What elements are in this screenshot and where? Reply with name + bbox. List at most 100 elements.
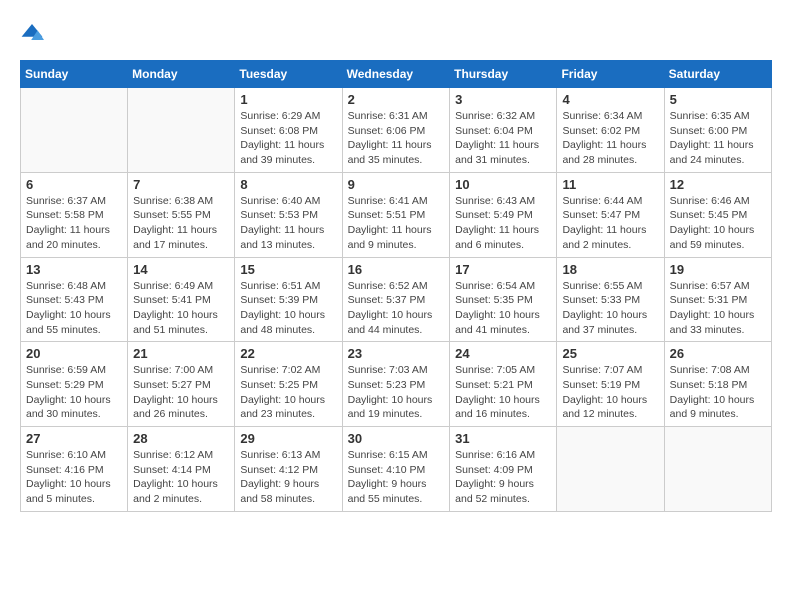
day-number: 24 (455, 346, 551, 361)
calendar-cell: 29 Sunrise: 6:13 AMSunset: 4:12 PMDayligh… (235, 427, 342, 512)
day-info: Sunrise: 6:15 AMSunset: 4:10 PMDaylight:… (348, 448, 445, 507)
day-info: Sunrise: 7:08 AMSunset: 5:18 PMDaylight:… (670, 363, 766, 422)
day-number: 19 (670, 262, 766, 277)
day-number: 7 (133, 177, 229, 192)
calendar-cell: 28 Sunrise: 6:12 AMSunset: 4:14 PMDayligh… (128, 427, 235, 512)
day-info: Sunrise: 6:34 AMSunset: 6:02 PMDaylight:… (562, 109, 658, 168)
day-info: Sunrise: 7:03 AMSunset: 5:23 PMDaylight:… (348, 363, 445, 422)
calendar-cell: 25 Sunrise: 7:07 AMSunset: 5:19 PMDayligh… (557, 342, 664, 427)
calendar-cell (128, 88, 235, 173)
day-number: 10 (455, 177, 551, 192)
day-number: 1 (240, 92, 336, 107)
day-number: 15 (240, 262, 336, 277)
day-info: Sunrise: 6:37 AMSunset: 5:58 PMDaylight:… (26, 194, 122, 253)
day-info: Sunrise: 6:35 AMSunset: 6:00 PMDaylight:… (670, 109, 766, 168)
calendar-cell (21, 88, 128, 173)
weekday-header-sunday: Sunday (21, 61, 128, 88)
day-info: Sunrise: 7:00 AMSunset: 5:27 PMDaylight:… (133, 363, 229, 422)
calendar-cell: 27 Sunrise: 6:10 AMSunset: 4:16 PMDayligh… (21, 427, 128, 512)
day-number: 9 (348, 177, 445, 192)
day-number: 25 (562, 346, 658, 361)
weekday-header-monday: Monday (128, 61, 235, 88)
weekday-header-saturday: Saturday (664, 61, 771, 88)
calendar-cell: 15 Sunrise: 6:51 AMSunset: 5:39 PMDayligh… (235, 257, 342, 342)
calendar-cell: 4 Sunrise: 6:34 AMSunset: 6:02 PMDaylight… (557, 88, 664, 173)
calendar-week-4: 20 Sunrise: 6:59 AMSunset: 5:29 PMDayligh… (21, 342, 772, 427)
calendar-week-5: 27 Sunrise: 6:10 AMSunset: 4:16 PMDayligh… (21, 427, 772, 512)
day-info: Sunrise: 6:49 AMSunset: 5:41 PMDaylight:… (133, 279, 229, 338)
calendar-week-2: 6 Sunrise: 6:37 AMSunset: 5:58 PMDaylight… (21, 172, 772, 257)
day-number: 5 (670, 92, 766, 107)
day-number: 31 (455, 431, 551, 446)
day-info: Sunrise: 7:05 AMSunset: 5:21 PMDaylight:… (455, 363, 551, 422)
day-number: 17 (455, 262, 551, 277)
day-info: Sunrise: 6:57 AMSunset: 5:31 PMDaylight:… (670, 279, 766, 338)
logo-icon (20, 20, 44, 44)
calendar-cell: 1 Sunrise: 6:29 AMSunset: 6:08 PMDaylight… (235, 88, 342, 173)
day-number: 14 (133, 262, 229, 277)
day-number: 18 (562, 262, 658, 277)
calendar-cell: 22Sunrise: 7:02 AMSunset: 5:25 PMDayligh… (235, 342, 342, 427)
calendar-cell: 24 Sunrise: 7:05 AMSunset: 5:21 PMDayligh… (450, 342, 557, 427)
calendar-cell (557, 427, 664, 512)
calendar-cell: 8Sunrise: 6:40 AMSunset: 5:53 PMDaylight… (235, 172, 342, 257)
calendar-cell: 21 Sunrise: 7:00 AMSunset: 5:27 PMDayligh… (128, 342, 235, 427)
calendar-cell: 23 Sunrise: 7:03 AMSunset: 5:23 PMDayligh… (342, 342, 450, 427)
calendar-cell: 31Sunrise: 6:16 AMSunset: 4:09 PMDayligh… (450, 427, 557, 512)
day-number: 6 (26, 177, 122, 192)
day-info: Sunrise: 6:44 AMSunset: 5:47 PMDaylight:… (562, 194, 658, 253)
logo (20, 20, 48, 44)
day-info: Sunrise: 6:54 AMSunset: 5:35 PMDaylight:… (455, 279, 551, 338)
day-info: Sunrise: 6:51 AMSunset: 5:39 PMDaylight:… (240, 279, 336, 338)
day-number: 23 (348, 346, 445, 361)
weekday-header-wednesday: Wednesday (342, 61, 450, 88)
calendar-cell: 3Sunrise: 6:32 AMSunset: 6:04 PMDaylight… (450, 88, 557, 173)
calendar-week-1: 1 Sunrise: 6:29 AMSunset: 6:08 PMDaylight… (21, 88, 772, 173)
day-number: 27 (26, 431, 122, 446)
calendar-cell: 19 Sunrise: 6:57 AMSunset: 5:31 PMDayligh… (664, 257, 771, 342)
day-info: Sunrise: 6:40 AMSunset: 5:53 PMDaylight:… (240, 194, 336, 253)
calendar-cell: 7 Sunrise: 6:38 AMSunset: 5:55 PMDaylight… (128, 172, 235, 257)
day-number: 13 (26, 262, 122, 277)
day-info: Sunrise: 6:10 AMSunset: 4:16 PMDaylight:… (26, 448, 122, 507)
day-number: 28 (133, 431, 229, 446)
calendar-cell: 9Sunrise: 6:41 AMSunset: 5:51 PMDaylight… (342, 172, 450, 257)
calendar-cell: 2Sunrise: 6:31 AMSunset: 6:06 PMDaylight… (342, 88, 450, 173)
day-number: 11 (562, 177, 658, 192)
day-number: 12 (670, 177, 766, 192)
calendar-cell: 13 Sunrise: 6:48 AMSunset: 5:43 PMDayligh… (21, 257, 128, 342)
calendar-cell: 30 Sunrise: 6:15 AMSunset: 4:10 PMDayligh… (342, 427, 450, 512)
day-info: Sunrise: 6:38 AMSunset: 5:55 PMDaylight:… (133, 194, 229, 253)
day-info: Sunrise: 6:13 AMSunset: 4:12 PMDaylight:… (240, 448, 336, 507)
day-number: 30 (348, 431, 445, 446)
day-number: 29 (240, 431, 336, 446)
page-header (20, 20, 772, 44)
day-number: 3 (455, 92, 551, 107)
calendar-cell: 6 Sunrise: 6:37 AMSunset: 5:58 PMDaylight… (21, 172, 128, 257)
day-info: Sunrise: 6:48 AMSunset: 5:43 PMDaylight:… (26, 279, 122, 338)
calendar-cell: 16Sunrise: 6:52 AMSunset: 5:37 PMDayligh… (342, 257, 450, 342)
day-number: 21 (133, 346, 229, 361)
calendar-cell: 20 Sunrise: 6:59 AMSunset: 5:29 PMDayligh… (21, 342, 128, 427)
calendar-week-3: 13 Sunrise: 6:48 AMSunset: 5:43 PMDayligh… (21, 257, 772, 342)
calendar-cell: 26Sunrise: 7:08 AMSunset: 5:18 PMDayligh… (664, 342, 771, 427)
day-info: Sunrise: 6:59 AMSunset: 5:29 PMDaylight:… (26, 363, 122, 422)
weekday-header-thursday: Thursday (450, 61, 557, 88)
day-info: Sunrise: 6:46 AMSunset: 5:45 PMDaylight:… (670, 194, 766, 253)
day-info: Sunrise: 7:07 AMSunset: 5:19 PMDaylight:… (562, 363, 658, 422)
weekday-header-row: SundayMondayTuesdayWednesdayThursdayFrid… (21, 61, 772, 88)
calendar-cell: 17 Sunrise: 6:54 AMSunset: 5:35 PMDayligh… (450, 257, 557, 342)
day-info: Sunrise: 6:29 AMSunset: 6:08 PMDaylight:… (240, 109, 336, 168)
calendar-table: SundayMondayTuesdayWednesdayThursdayFrid… (20, 60, 772, 512)
weekday-header-friday: Friday (557, 61, 664, 88)
day-info: Sunrise: 6:31 AMSunset: 6:06 PMDaylight:… (348, 109, 445, 168)
calendar-cell: 14 Sunrise: 6:49 AMSunset: 5:41 PMDayligh… (128, 257, 235, 342)
weekday-header-tuesday: Tuesday (235, 61, 342, 88)
day-number: 20 (26, 346, 122, 361)
calendar-cell: 5 Sunrise: 6:35 AMSunset: 6:00 PMDaylight… (664, 88, 771, 173)
day-number: 22 (240, 346, 336, 361)
day-info: Sunrise: 6:43 AMSunset: 5:49 PMDaylight:… (455, 194, 551, 253)
day-number: 4 (562, 92, 658, 107)
day-info: Sunrise: 6:12 AMSunset: 4:14 PMDaylight:… (133, 448, 229, 507)
calendar-cell: 12 Sunrise: 6:46 AMSunset: 5:45 PMDayligh… (664, 172, 771, 257)
